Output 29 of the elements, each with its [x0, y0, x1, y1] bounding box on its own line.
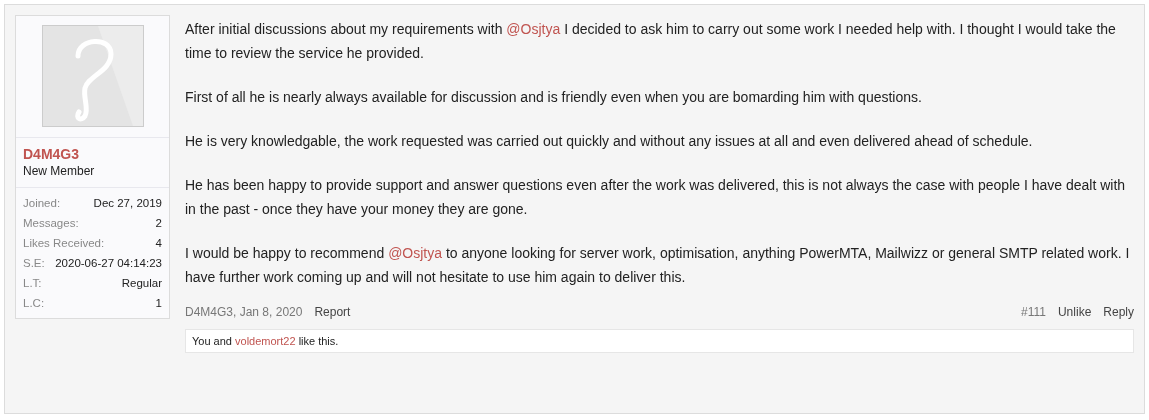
post-paragraph: I would be happy to recommend @Osjtya to anyone looking for server work, optimisation, anything PowerMTA, Mailwizz or general SMTP related work. I have further work coming up and will not hesitate to use him again to deliver this.: [185, 244, 1131, 287]
post-paragraph: He has been happy to provide support and answer questions even after the work was delivered, this is not always the case with people I have dealt with in the past - once they have your money they are gone.: [185, 176, 1127, 219]
username-link[interactable]: D4M4G3: [23, 146, 80, 162]
stat-value: Regular: [121, 276, 162, 291]
stat-label: Joined:: [23, 196, 61, 211]
stat-value: Dec 27, 2019: [93, 196, 162, 211]
stat-label: Messages:: [23, 216, 79, 231]
post-paragraph: First of all he is nearly always available for discussion and is friendly even when you are bomarding him with questions.: [185, 88, 923, 107]
avatar-icon[interactable]: [41, 25, 144, 127]
stat-label: L.T:: [23, 276, 42, 291]
mention-link[interactable]: @Osjtya: [388, 245, 442, 261]
user-title: New Member: [23, 164, 95, 178]
post-paragraph: After initial discussions about my requirements with @Osjtya I decided to ask him to carry out some work I needed help with. I thought I would take the time to review the service he provided.: [185, 20, 1117, 63]
stat-label: S.E:: [23, 256, 45, 271]
stat-label: L.C:: [23, 296, 45, 311]
post-action-link[interactable]: Unlike: [1057, 305, 1092, 319]
likes-summary: You and voldemort22 like this.: [185, 329, 1134, 353]
stat-value: 2020-06-27 04:14:23: [55, 256, 162, 271]
stat-value: 1: [155, 296, 162, 311]
stat-value: 4: [155, 236, 162, 251]
stat-value: 2: [155, 216, 162, 231]
report-link[interactable]: Report: [314, 305, 351, 319]
stat-label: Likes Received:: [23, 236, 105, 251]
post-number[interactable]: #111: [1021, 305, 1046, 319]
post-author-date: D4M4G3, Jan 8, 2020: [185, 305, 303, 319]
liker-link[interactable]: voldemort22: [235, 335, 296, 347]
post-paragraph: He is very knowledgable, the work requested was carried out quickly and without any issues at all and even delivered ahead of schedule.: [185, 132, 1034, 151]
post-action-link[interactable]: Reply: [1103, 305, 1134, 319]
mention-link[interactable]: @Osjtya: [506, 21, 561, 37]
